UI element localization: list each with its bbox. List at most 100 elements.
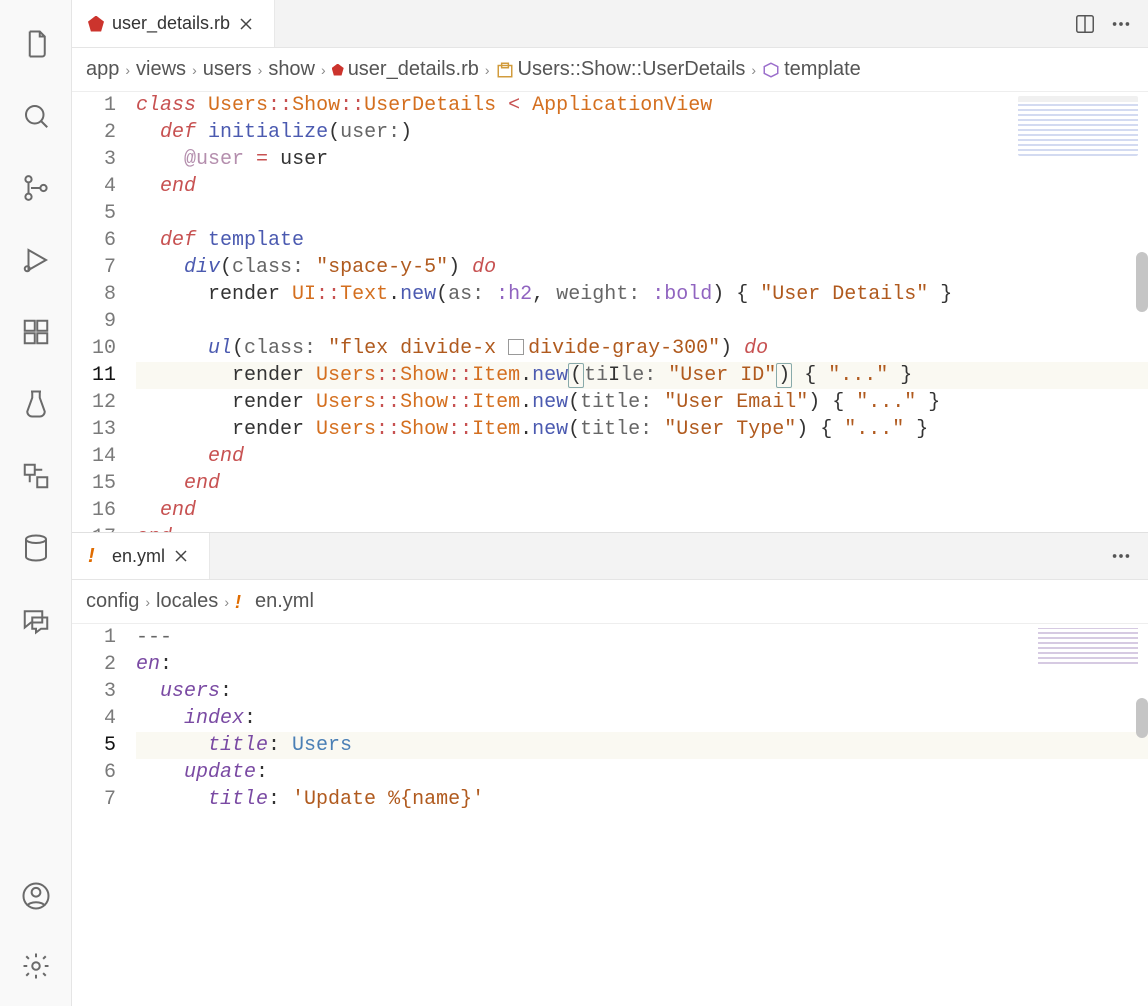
more-actions-icon[interactable]: [1110, 13, 1132, 35]
close-tab-icon[interactable]: [173, 548, 189, 564]
editor-actions-bottom: [1110, 545, 1148, 567]
code-line[interactable]: end: [136, 524, 1148, 532]
database-icon[interactable]: [12, 524, 60, 572]
editor-pane-bottom: ! en.yml config › locales › ! en.yml: [72, 532, 1148, 1006]
code-line[interactable]: end: [136, 173, 1148, 200]
breadcrumb-segment[interactable]: views: [136, 58, 186, 81]
breadcrumbs-top[interactable]: app › views › users › show › user_detail…: [72, 48, 1148, 92]
code-line[interactable]: title: 'Update %{name}': [136, 786, 1148, 813]
breadcrumbs-bottom[interactable]: config › locales › ! en.yml: [72, 580, 1148, 624]
remote-explorer-icon[interactable]: [12, 452, 60, 500]
code-line[interactable]: render Users::Show::Item.new(tiIle: "Use…: [136, 362, 1148, 389]
line-number: 8: [72, 281, 116, 308]
line-number: 9: [72, 308, 116, 335]
code-line[interactable]: [136, 308, 1148, 335]
line-number: 5: [72, 200, 116, 227]
code-lines[interactable]: ---en: users: index: title: Users update…: [136, 624, 1148, 1006]
line-number: 10: [72, 335, 116, 362]
scrollbar-thumb[interactable]: [1136, 252, 1148, 312]
code-line[interactable]: index:: [136, 705, 1148, 732]
line-number-gutter: 1234567: [72, 624, 136, 1006]
more-actions-icon[interactable]: [1110, 545, 1132, 567]
editor-pane-top: user_details.rb app › views › users › s: [72, 0, 1148, 532]
code-line[interactable]: @user = user: [136, 146, 1148, 173]
breadcrumb-segment[interactable]: app: [86, 58, 119, 81]
source-control-icon[interactable]: [12, 164, 60, 212]
chevron-right-icon: ›: [224, 594, 229, 610]
breadcrumb-symbol[interactable]: template: [762, 58, 861, 81]
explorer-icon[interactable]: [12, 20, 60, 68]
line-number: 4: [72, 173, 116, 200]
breadcrumb-segment[interactable]: ! en.yml: [235, 590, 314, 613]
activity-bar: [0, 0, 72, 1006]
code-line[interactable]: users:: [136, 678, 1148, 705]
line-number: 17: [72, 524, 116, 532]
code-line[interactable]: end: [136, 470, 1148, 497]
line-number: 15: [72, 470, 116, 497]
method-symbol-icon: [762, 61, 780, 79]
chat-icon[interactable]: [12, 596, 60, 644]
chevron-right-icon: ›: [321, 62, 326, 78]
minimap[interactable]: [1018, 96, 1138, 156]
code-line[interactable]: ul(class: "flex divide-x divide-gray-300…: [136, 335, 1148, 362]
code-line[interactable]: en:: [136, 651, 1148, 678]
code-line[interactable]: render Users::Show::Item.new(title: "Use…: [136, 389, 1148, 416]
code-line[interactable]: title: Users: [136, 732, 1148, 759]
line-number: 14: [72, 443, 116, 470]
chevron-right-icon: ›: [145, 594, 150, 610]
line-number: 3: [72, 678, 116, 705]
line-number-gutter: 123456789101112131415161718: [72, 92, 136, 532]
code-line[interactable]: update:: [136, 759, 1148, 786]
line-number: 7: [72, 786, 116, 813]
line-number: 13: [72, 416, 116, 443]
code-line[interactable]: end: [136, 443, 1148, 470]
code-editor-bottom[interactable]: 1234567 ---en: users: index: title: User…: [72, 624, 1148, 1006]
ruby-file-icon: [88, 16, 104, 32]
breadcrumb-segment[interactable]: locales: [156, 590, 218, 613]
code-line[interactable]: def initialize(user:): [136, 119, 1148, 146]
class-symbol-icon: [496, 61, 514, 79]
yaml-file-icon: !: [235, 594, 251, 610]
tab-en-yml[interactable]: ! en.yml: [72, 533, 210, 579]
line-number: 6: [72, 759, 116, 786]
line-number: 7: [72, 254, 116, 281]
line-number: 2: [72, 119, 116, 146]
testing-icon[interactable]: [12, 380, 60, 428]
breadcrumb-symbol[interactable]: Users::Show::UserDetails: [496, 58, 746, 81]
code-line[interactable]: ---: [136, 624, 1148, 651]
code-line[interactable]: render Users::Show::Item.new(title: "Use…: [136, 416, 1148, 443]
line-number: 6: [72, 227, 116, 254]
code-editor-top[interactable]: 123456789101112131415161718 class Users:…: [72, 92, 1148, 532]
breadcrumb-segment[interactable]: users: [203, 58, 252, 81]
tab-user-details[interactable]: user_details.rb: [72, 0, 275, 47]
run-debug-icon[interactable]: [12, 236, 60, 284]
chevron-right-icon: ›: [485, 62, 490, 78]
chevron-right-icon: ›: [751, 62, 756, 78]
accounts-icon[interactable]: [12, 872, 60, 920]
extensions-icon[interactable]: [12, 308, 60, 356]
code-line[interactable]: render UI::Text.new(as: :h2, weight: :bo…: [136, 281, 1148, 308]
code-line[interactable]: [136, 200, 1148, 227]
code-line[interactable]: end: [136, 497, 1148, 524]
line-number: 2: [72, 651, 116, 678]
breadcrumb-segment[interactable]: config: [86, 590, 139, 613]
code-line[interactable]: def template: [136, 227, 1148, 254]
breadcrumb-segment[interactable]: show: [268, 58, 315, 81]
chevron-right-icon: ›: [192, 62, 197, 78]
editor-actions-top: [1074, 13, 1148, 35]
code-lines[interactable]: class Users::Show::UserDetails < Applica…: [136, 92, 1148, 532]
minimap[interactable]: [1038, 628, 1138, 664]
chevron-right-icon: ›: [258, 62, 263, 78]
line-number: 4: [72, 705, 116, 732]
code-line[interactable]: class Users::Show::UserDetails < Applica…: [136, 92, 1148, 119]
close-tab-icon[interactable]: [238, 16, 254, 32]
breadcrumb-segment[interactable]: user_details.rb: [332, 58, 479, 81]
chevron-right-icon: ›: [125, 62, 130, 78]
split-editor-icon[interactable]: [1074, 13, 1096, 35]
yaml-file-icon: !: [88, 548, 104, 564]
search-icon[interactable]: [12, 92, 60, 140]
settings-gear-icon[interactable]: [12, 942, 60, 990]
line-number: 12: [72, 389, 116, 416]
scrollbar-thumb[interactable]: [1136, 698, 1148, 738]
code-line[interactable]: div(class: "space-y-5") do: [136, 254, 1148, 281]
